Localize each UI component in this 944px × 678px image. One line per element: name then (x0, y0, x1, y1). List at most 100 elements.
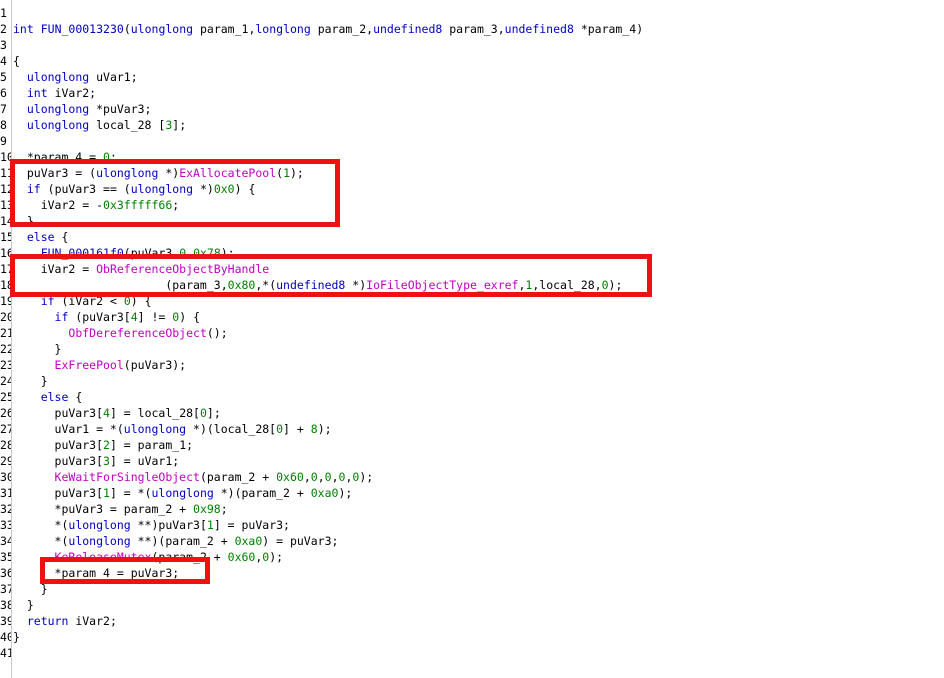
code-line: 2 int FUN_00013230(ulonglong param_1,long… (0, 21, 944, 37)
code-line: 28 puVar3[2] = param_1; (0, 437, 944, 453)
code-line: 30 KeWaitForSingleObject(param_2 + 0x60,… (0, 469, 944, 485)
line-number: 4 (0, 54, 7, 68)
code-line: 24 } (0, 373, 944, 389)
code-text[interactable]: } (13, 581, 48, 597)
code-text[interactable]: *puVar3 = param_2 + 0x98; (13, 501, 228, 517)
line-number: 18 (0, 278, 11, 292)
code-text[interactable]: } (13, 373, 48, 389)
line-number: 34 (0, 534, 11, 548)
line-number: 12 (0, 182, 11, 196)
line-number: 37 (0, 582, 11, 596)
code-line: 33 *(ulonglong **)puVar3[1] = puVar3; (0, 517, 944, 533)
line-number: 30 (0, 470, 11, 484)
line-number: 33 (0, 518, 11, 532)
code-text[interactable]: KeReleaseMutex(param_2 + 0x60,0); (13, 549, 284, 565)
code-text[interactable]: { (13, 53, 20, 69)
code-line: 36 *param_4 = puVar3; (0, 565, 944, 581)
line-number: 23 (0, 358, 11, 372)
line-number: 13 (0, 198, 11, 212)
code-line: 20 if (puVar3[4] != 0) { (0, 309, 944, 325)
code-text[interactable]: ulonglong *puVar3; (13, 101, 152, 117)
code-text[interactable]: ObfDereferenceObject(); (13, 325, 227, 341)
line-number: 15 (0, 230, 11, 244)
code-text[interactable]: if (puVar3 == (ulonglong *)0x0) { (13, 181, 256, 197)
code-text[interactable]: else { (13, 229, 69, 245)
code-text[interactable]: uVar1 = *(ulonglong *)(local_28[0] + 8); (13, 421, 332, 437)
code-text[interactable]: return iVar2; (13, 613, 117, 629)
code-text[interactable]: puVar3[4] = local_28[0]; (13, 405, 221, 421)
code-text[interactable]: iVar2 = -0x3fffff66; (13, 197, 180, 213)
code-line: 1 (0, 5, 944, 21)
code-line: 9 (0, 133, 944, 149)
code-line: 39 return iVar2; (0, 613, 944, 629)
code-text[interactable]: } (13, 597, 34, 613)
code-line: 41 (0, 645, 944, 661)
code-line: 25 else { (0, 389, 944, 405)
line-number: 10 (0, 150, 11, 164)
code-text[interactable]: ExFreePool(puVar3); (13, 357, 187, 373)
code-text[interactable]: } (13, 629, 20, 645)
line-number: 3 (0, 38, 7, 52)
code-text[interactable]: int FUN_00013230(ulonglong param_1,longl… (13, 21, 643, 37)
line-number: 8 (0, 118, 7, 132)
code-line: 13 iVar2 = -0x3fffff66; (0, 197, 944, 213)
decompiler-code-view[interactable]: 1 2 int FUN_00013230(ulonglong param_1,lon… (0, 0, 944, 678)
code-text[interactable]: (param_3,0x80,*(undefined8 *)IoFileObjec… (13, 277, 622, 293)
code-line: 38 } (0, 597, 944, 613)
line-number: 31 (0, 486, 11, 500)
code-line: 22 } (0, 341, 944, 357)
code-text[interactable]: puVar3[1] = *(ulonglong *)(param_2 + 0xa… (13, 485, 353, 501)
code-text[interactable]: *param_4 = 0; (13, 149, 117, 165)
code-line: 23 ExFreePool(puVar3); (0, 357, 944, 373)
line-number: 26 (0, 406, 11, 420)
line-number: 1 (0, 6, 7, 20)
line-number: 11 (0, 166, 11, 180)
line-number: 6 (0, 86, 7, 100)
line-number: 19 (0, 294, 11, 308)
line-number: 2 (0, 22, 7, 36)
code-line: 3 (0, 37, 944, 53)
code-line: 12 if (puVar3 == (ulonglong *)0x0) { (0, 181, 944, 197)
code-line: 18 (param_3,0x80,*(undefined8 *)IoFileOb… (0, 277, 944, 293)
line-number: 32 (0, 502, 11, 516)
line-number: 36 (0, 566, 11, 580)
code-line: 8 ulonglong local_28 [3]; (0, 117, 944, 133)
code-text[interactable]: } (13, 213, 34, 229)
code-text[interactable]: else { (13, 389, 83, 405)
code-line: 40} (0, 629, 944, 645)
code-text[interactable]: iVar2 = ObReferenceObjectByHandle (13, 261, 270, 277)
code-text[interactable]: ulonglong local_28 [3]; (13, 117, 186, 133)
code-line: 6 int iVar2; (0, 85, 944, 101)
line-number: 16 (0, 246, 11, 260)
code-line: 10 *param_4 = 0; (0, 149, 944, 165)
code-text[interactable]: *(ulonglong **)(param_2 + 0xa0) = puVar3… (13, 533, 339, 549)
line-number: 20 (0, 310, 11, 324)
code-text[interactable]: if (puVar3[4] != 0) { (13, 309, 200, 325)
line-number: 38 (0, 598, 11, 612)
code-line: 11 puVar3 = (ulonglong *)ExAllocatePool(… (0, 165, 944, 181)
code-text[interactable]: puVar3 = (ulonglong *)ExAllocatePool(1); (13, 165, 304, 181)
code-text[interactable]: puVar3[2] = param_1; (13, 437, 194, 453)
code-text[interactable]: } (13, 341, 62, 357)
code-text[interactable]: *param_4 = puVar3; (13, 565, 180, 581)
code-line: 34 *(ulonglong **)(param_2 + 0xa0) = puV… (0, 533, 944, 549)
code-line: 15 else { (0, 229, 944, 245)
code-text[interactable]: *(ulonglong **)puVar3[1] = puVar3; (13, 517, 290, 533)
code-text[interactable]: KeWaitForSingleObject(param_2 + 0x60,0,0… (13, 469, 374, 485)
line-number: 14 (0, 214, 11, 228)
code-line: 14 } (0, 213, 944, 229)
line-number: 29 (0, 454, 11, 468)
code-line: 19 if (iVar2 < 0) { (0, 293, 944, 309)
code-line: 16 FUN_000161f0(puVar3,0,0x78); (0, 245, 944, 261)
code-text[interactable]: int iVar2; (13, 85, 96, 101)
code-line: 5 ulonglong uVar1; (0, 69, 944, 85)
line-number: 25 (0, 390, 11, 404)
code-text[interactable]: puVar3[3] = uVar1; (13, 453, 180, 469)
line-number: 28 (0, 438, 11, 452)
code-line: 37 } (0, 581, 944, 597)
line-number: 21 (0, 326, 11, 340)
code-text[interactable]: if (iVar2 < 0) { (13, 293, 152, 309)
code-text[interactable]: ulonglong uVar1; (13, 69, 138, 85)
code-text[interactable]: FUN_000161f0(puVar3,0,0x78); (13, 245, 235, 261)
line-number: 24 (0, 374, 11, 388)
